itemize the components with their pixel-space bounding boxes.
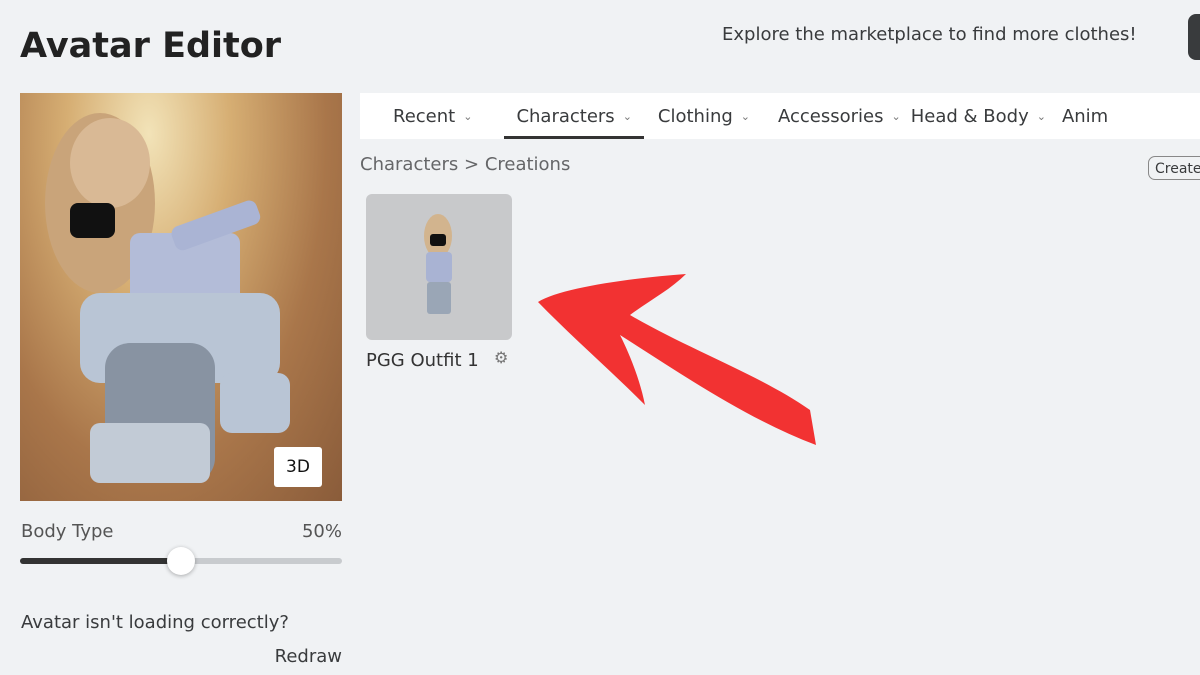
red-arrow-annotation <box>538 274 816 445</box>
marketplace-button[interactable] <box>1188 14 1200 60</box>
body-type-label: Body Type <box>21 521 114 542</box>
tab-animations[interactable]: Anim <box>1050 93 1120 139</box>
avatar-figure <box>45 113 290 483</box>
explore-marketplace-text: Explore the marketplace to find more clo… <box>722 24 1137 45</box>
tab-label: Clothing <box>657 105 733 127</box>
outfit-card[interactable] <box>366 194 512 340</box>
page-title: Avatar Editor <box>20 26 282 66</box>
slider-thumb[interactable] <box>167 547 195 575</box>
breadcrumb-separator: > <box>463 154 480 175</box>
chevron-down-icon: ⌄ <box>740 109 751 123</box>
chevron-down-icon: ⌄ <box>622 109 632 123</box>
body-type-slider[interactable] <box>20 547 342 575</box>
outfit-thumbnail <box>424 214 452 314</box>
category-tabs: Recent ⌄ Characters ⌄ Clothing ⌄ Accessorie… <box>360 93 1200 139</box>
tab-recent[interactable]: Recent ⌄ <box>381 93 484 139</box>
3d-toggle-button[interactable]: 3D <box>274 447 322 487</box>
tab-characters[interactable]: Characters ⌄ <box>504 93 645 139</box>
breadcrumb-current: Creations <box>484 154 571 175</box>
breadcrumb: Characters > Creations <box>360 154 570 175</box>
gear-icon[interactable]: ⚙ <box>494 348 508 367</box>
avatar-preview[interactable] <box>20 93 342 501</box>
chevron-down-icon: ⌄ <box>463 109 473 123</box>
tab-accessories[interactable]: Accessories ⌄ <box>766 93 913 139</box>
tab-label: Accessories <box>778 105 884 127</box>
outfit-name[interactable]: PGG Outfit 1 <box>366 348 496 374</box>
tab-label: Recent <box>393 105 456 127</box>
redraw-link[interactable]: Redraw <box>275 646 342 667</box>
tab-label: Head & Body <box>910 105 1029 127</box>
tab-head-body[interactable]: Head & Body ⌄ <box>899 93 1058 139</box>
loading-question: Avatar isn't loading correctly? <box>21 612 289 633</box>
tab-clothing[interactable]: Clothing ⌄ <box>646 93 762 139</box>
body-type-value: 50% <box>301 521 342 542</box>
tab-label: Anim <box>1061 105 1109 127</box>
create-button[interactable]: Create <box>1148 156 1200 180</box>
breadcrumb-parent[interactable]: Characters <box>360 154 458 175</box>
slider-fill <box>20 558 181 564</box>
tab-label: Characters <box>516 105 615 127</box>
chevron-down-icon: ⌄ <box>1036 109 1046 123</box>
